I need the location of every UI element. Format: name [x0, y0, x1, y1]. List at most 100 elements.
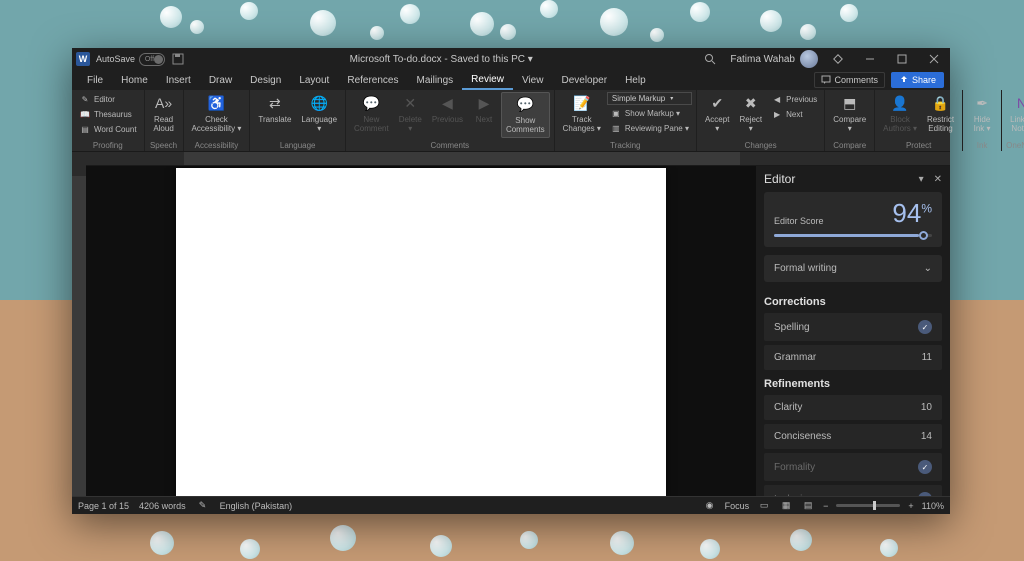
editor-pane-title: Editor	[764, 172, 795, 186]
next-comment-button[interactable]: ▶Next	[469, 92, 499, 127]
maximize-button[interactable]	[890, 48, 914, 70]
document-area[interactable]	[86, 166, 756, 496]
document-page[interactable]	[176, 168, 666, 496]
read-aloud-icon: A»	[154, 94, 174, 114]
search-icon[interactable]	[698, 48, 722, 70]
pane-icon: ▥	[610, 122, 622, 134]
refinement-conciseness[interactable]: Conciseness 14	[764, 424, 942, 449]
document-title[interactable]: Microsoft To-do.docx - Saved to this PC …	[184, 54, 698, 65]
score-value: 94%	[892, 200, 932, 226]
zoom-slider[interactable]	[836, 504, 900, 507]
writing-style-select[interactable]: Formal writing ⌄	[764, 255, 942, 282]
read-aloud-button[interactable]: A»Read Aloud	[149, 92, 179, 136]
group-language: ⇄Translate 🌐Language ▾ Language	[250, 90, 346, 151]
zoom-out-button[interactable]: −	[823, 501, 828, 511]
toggle-knob	[154, 55, 163, 64]
focus-icon[interactable]: ◉	[703, 499, 717, 513]
minimize-button[interactable]	[858, 48, 882, 70]
word-count[interactable]: 4206 words	[139, 501, 186, 511]
ink-icon: ✒	[972, 94, 992, 114]
focus-label[interactable]: Focus	[725, 501, 750, 511]
compare-icon: ⬒	[840, 94, 860, 114]
translate-button[interactable]: ⇄Translate	[254, 92, 295, 127]
show-comments-icon: 💬	[515, 95, 535, 115]
editor-pane: Editor ▾ ✕ Editor Score 94% Formal writi…	[756, 166, 950, 496]
menu-developer[interactable]: Developer	[552, 72, 616, 89]
menu-help[interactable]: Help	[616, 72, 655, 89]
new-comment-button[interactable]: 💬New Comment	[350, 92, 393, 136]
show-comments-button[interactable]: 💬Show Comments	[501, 92, 550, 138]
close-button[interactable]	[922, 48, 946, 70]
menu-layout[interactable]: Layout	[290, 72, 338, 89]
ruler-horizontal[interactable]	[72, 152, 950, 166]
pane-dropdown-icon[interactable]: ▾	[919, 174, 924, 185]
word-app-icon: W	[76, 52, 90, 66]
menu-draw[interactable]: Draw	[200, 72, 241, 89]
prev-comment-button[interactable]: ◀Previous	[428, 92, 467, 127]
page-count[interactable]: Page 1 of 15	[78, 501, 129, 511]
menu-mailings[interactable]: Mailings	[407, 72, 462, 89]
spellcheck-icon[interactable]: ✎	[196, 499, 210, 513]
thesaurus-button[interactable]: 📖Thesaurus	[76, 107, 140, 121]
comments-button[interactable]: Comments	[814, 72, 885, 88]
reviewing-pane-button[interactable]: ▥Reviewing Pane ▾	[607, 121, 692, 135]
user-account[interactable]: Fatima Wahab	[730, 50, 818, 68]
delete-comment-button[interactable]: ✕Delete ▾	[395, 92, 426, 136]
correction-spelling[interactable]: Spelling ✓	[764, 313, 942, 341]
refinement-clarity[interactable]: Clarity 10	[764, 395, 942, 420]
refinement-inclusiveness[interactable]: Inclusiveness ✓	[764, 485, 942, 496]
compare-button[interactable]: ⬒Compare ▾	[829, 92, 870, 136]
linked-notes-button[interactable]: NLinked Notes	[1006, 92, 1024, 136]
language-status[interactable]: English (Pakistan)	[220, 501, 293, 511]
block-authors-button[interactable]: 👤Block Authors ▾	[879, 92, 921, 136]
accept-button[interactable]: ✔Accept ▾	[701, 92, 733, 136]
menu-references[interactable]: References	[338, 72, 407, 89]
refinement-formality[interactable]: Formality ✓	[764, 453, 942, 481]
markup-select[interactable]: Simple Markup▾	[607, 92, 692, 105]
share-button[interactable]: Share	[891, 72, 944, 88]
editor-score-card[interactable]: Editor Score 94%	[764, 192, 942, 247]
track-changes-button[interactable]: 📝Track Changes ▾	[559, 92, 605, 136]
view-print-icon[interactable]: ▦	[779, 499, 793, 513]
next-change-button[interactable]: ▶Next	[768, 107, 820, 121]
autosave-toggle[interactable]: AutoSave Off	[96, 53, 165, 66]
hide-ink-button[interactable]: ✒Hide Ink ▾	[967, 92, 997, 136]
ruler-vertical[interactable]	[72, 166, 86, 496]
corrections-heading: Corrections	[764, 296, 942, 308]
coming-soon-icon[interactable]	[826, 48, 850, 70]
group-speech: A»Read Aloud Speech	[145, 90, 184, 151]
correction-grammar[interactable]: Grammar 11	[764, 345, 942, 370]
markup-icon: ▣	[610, 107, 622, 119]
menu-insert[interactable]: Insert	[157, 72, 200, 89]
prev-change-button[interactable]: ◀Previous	[768, 92, 820, 106]
comment-icon	[821, 75, 831, 85]
group-accessibility: ♿Check Accessibility ▾ Accessibility	[184, 90, 251, 151]
group-proofing: ✎Editor 📖Thesaurus ▤Word Count Proofing	[72, 90, 145, 151]
show-markup-button[interactable]: ▣Show Markup ▾	[607, 106, 692, 120]
reject-button[interactable]: ✖Reject ▾	[735, 92, 766, 136]
zoom-in-button[interactable]: +	[908, 501, 913, 511]
toggle-switch[interactable]: Off	[139, 53, 165, 66]
menu-file[interactable]: File	[78, 72, 112, 89]
user-name: Fatima Wahab	[730, 54, 795, 65]
group-onenote: NLinked Notes OneNote	[1002, 90, 1024, 151]
wordcount-button[interactable]: ▤Word Count	[76, 122, 140, 136]
pane-close-icon[interactable]: ✕	[934, 174, 942, 185]
view-read-icon[interactable]: ▭	[757, 499, 771, 513]
zoom-level[interactable]: 110%	[922, 501, 944, 511]
language-button[interactable]: 🌐Language ▾	[297, 92, 341, 136]
language-icon: 🌐	[309, 94, 329, 114]
menu-review[interactable]: Review	[462, 71, 513, 90]
menu-design[interactable]: Design	[241, 72, 290, 89]
save-icon[interactable]	[171, 53, 184, 66]
menu-home[interactable]: Home	[112, 72, 157, 89]
lock-icon: 🔒	[931, 94, 951, 114]
view-web-icon[interactable]: ▤	[801, 499, 815, 513]
check-accessibility-button[interactable]: ♿Check Accessibility ▾	[188, 92, 246, 136]
share-icon	[899, 75, 909, 85]
accept-icon: ✔	[707, 94, 727, 114]
restrict-editing-button[interactable]: 🔒Restrict Editing	[923, 92, 958, 136]
editor-button[interactable]: ✎Editor	[76, 92, 140, 106]
menu-view[interactable]: View	[513, 72, 553, 89]
delete-icon: ✕	[400, 94, 420, 114]
